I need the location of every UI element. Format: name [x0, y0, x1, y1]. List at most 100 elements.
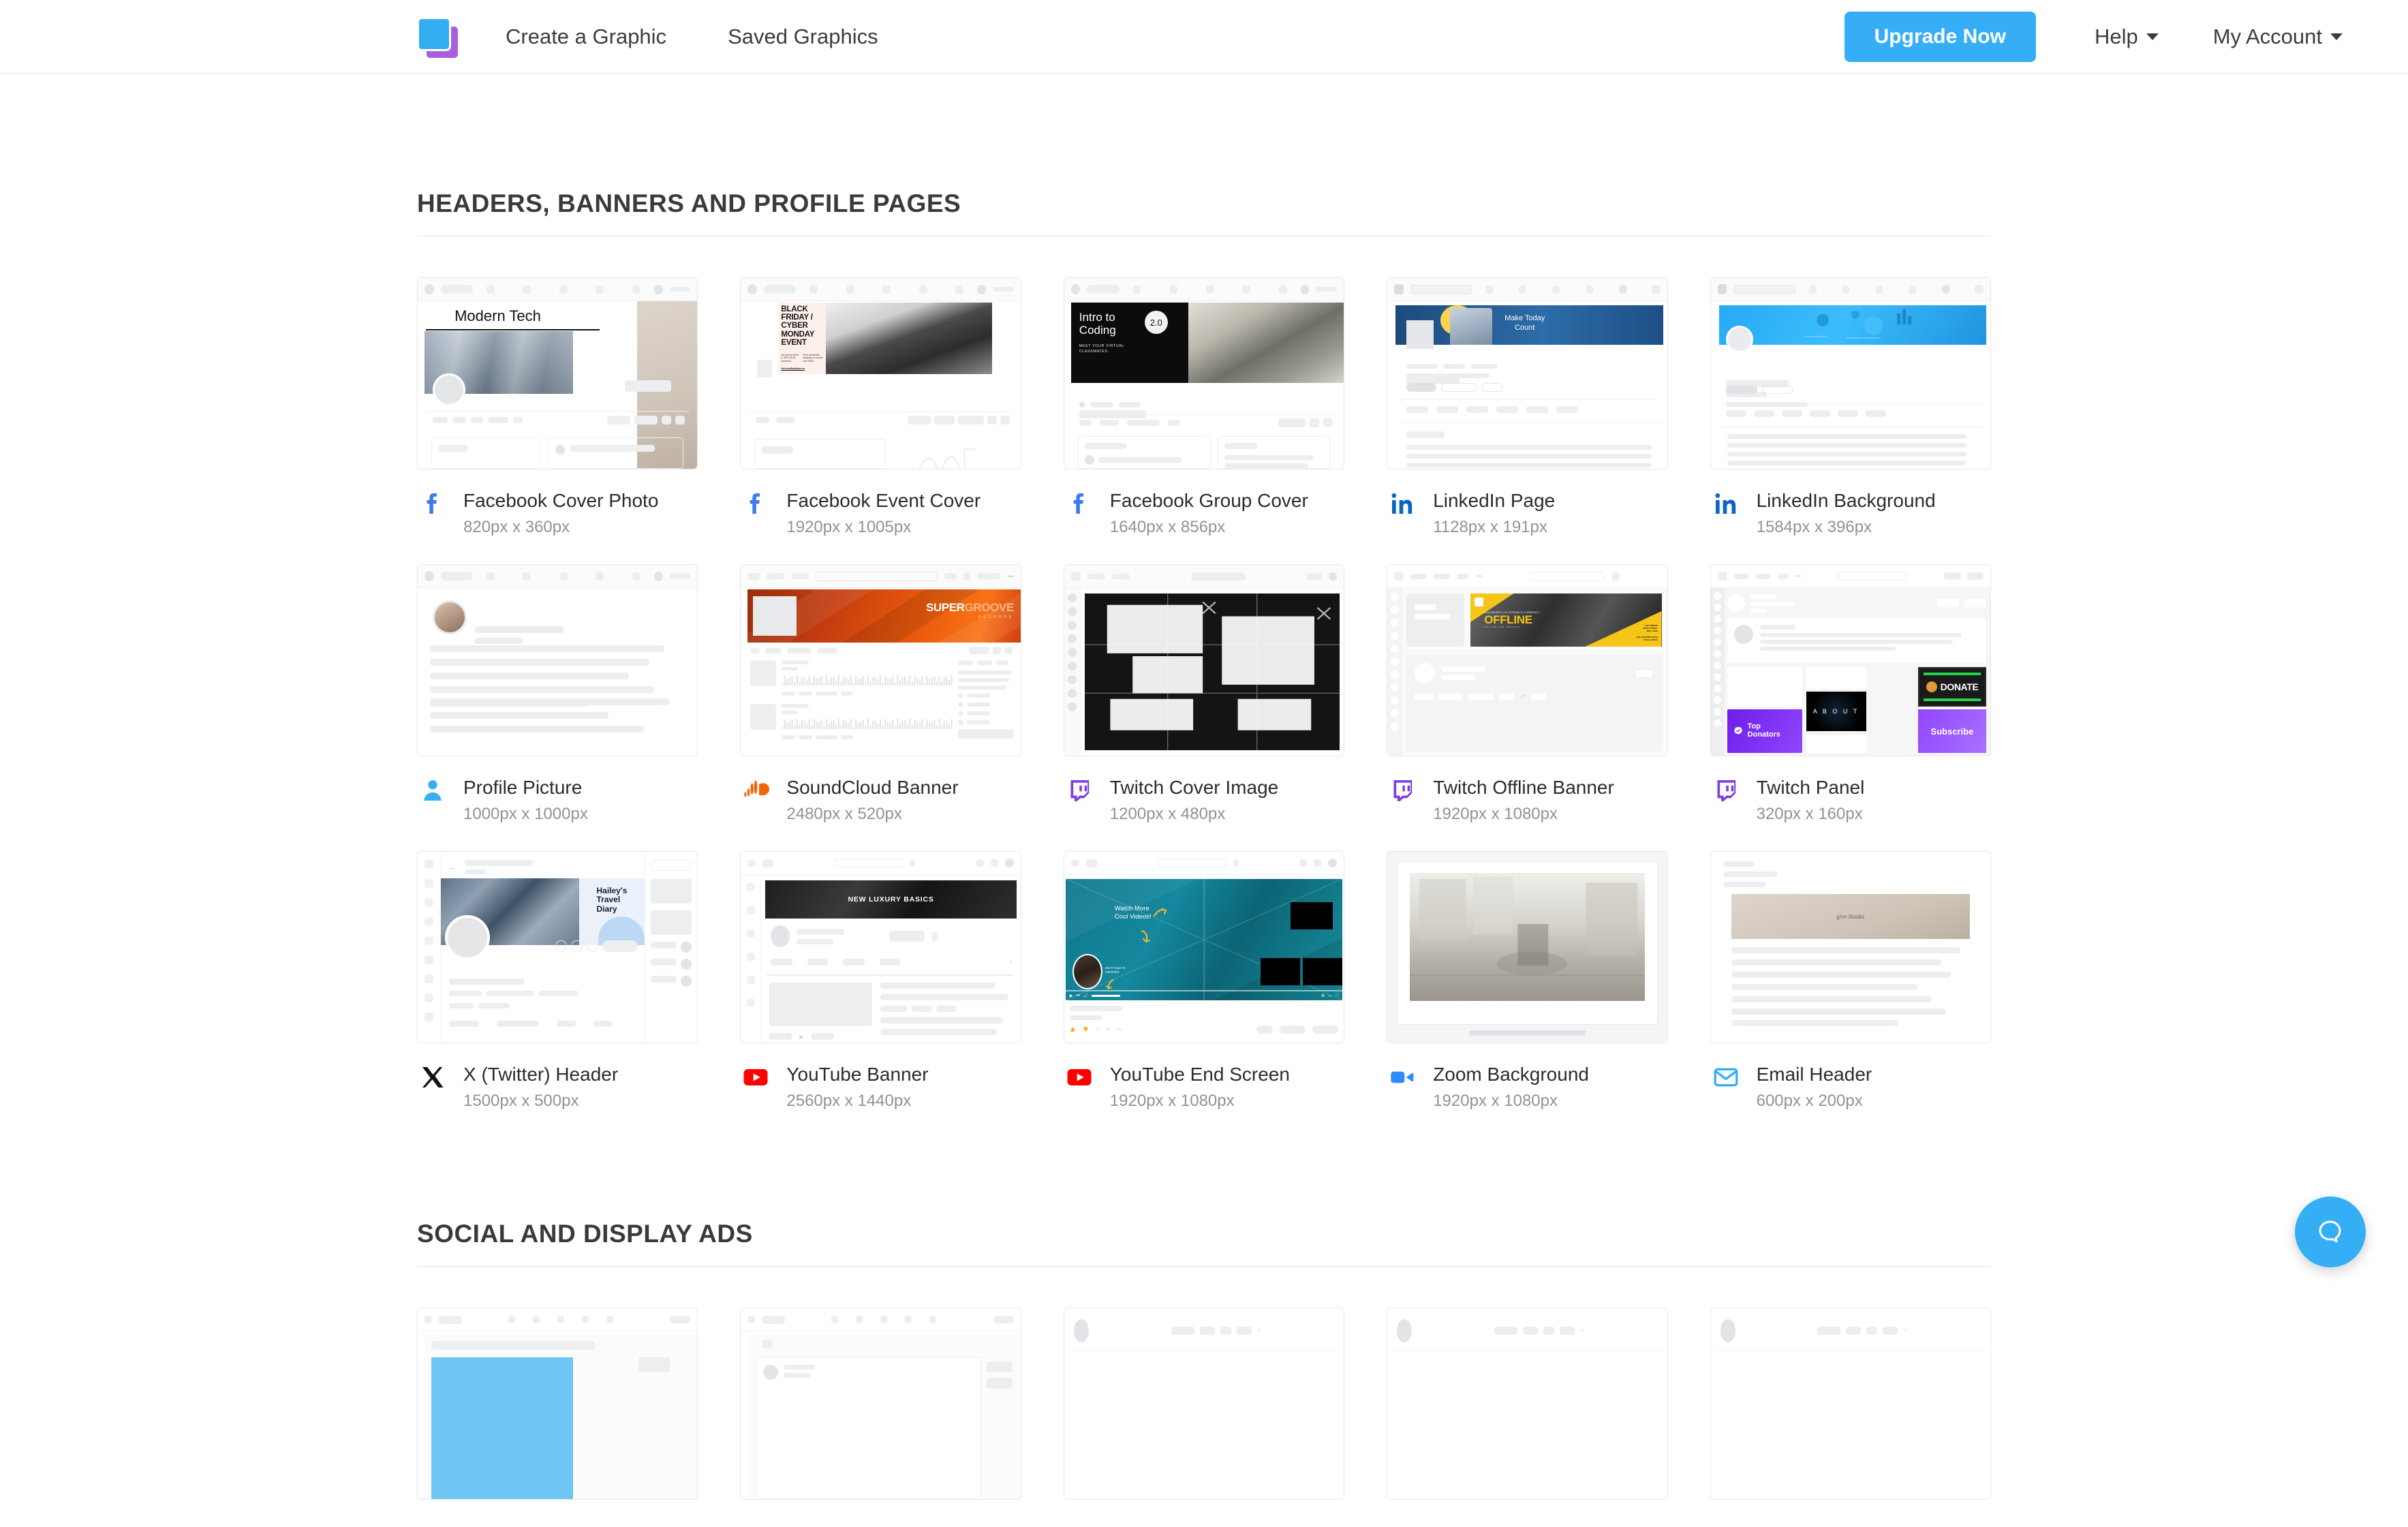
nav-my-account-dropdown[interactable]: My Account [2213, 25, 2343, 49]
nav-help-dropdown[interactable]: Help [2095, 25, 2159, 49]
template-card-title: Email Header [1756, 1064, 1872, 1085]
template-thumbnail[interactable]: ∨ [1710, 1308, 1991, 1500]
template-card-dimensions: 1500px x 500px [463, 1092, 579, 1110]
nav-my-account-label: My Account [2212, 24, 2322, 48]
template-card[interactable]: ••• Top Donators A B O U T DONATE Subscr… [1710, 564, 1991, 824]
template-card-title: Twitch Cover Image [1109, 777, 1279, 798]
template-card[interactable] [740, 1308, 1021, 1500]
template-thumbnail[interactable]: ••• Top Donators A B O U T DONATE Subscr… [1710, 564, 1991, 756]
mock-chrome-bar [1064, 278, 1344, 301]
template-card[interactable]: Zoom Background 1920px x 1080px [1387, 851, 1668, 1111]
facebook-icon [417, 487, 448, 520]
mock-chrome-bar [1710, 278, 1990, 301]
template-card-meta: Twitch Cover Image 1200px x 480px [1064, 756, 1344, 824]
template-card[interactable]: NEW LUXURY BASICS › ▶ YouTube Banner 256… [740, 851, 1021, 1111]
template-thumbnail[interactable]: Make Today Count [1387, 277, 1668, 469]
template-thumbnail[interactable] [417, 1308, 698, 1500]
template-card-meta: LinkedIn Page 1128px x 191px [1387, 469, 1667, 537]
template-card[interactable]: ∨ [1387, 1308, 1668, 1500]
template-card[interactable]: Modern Tech Facebook Cover Photo 820px x… [417, 277, 698, 537]
template-thumbnail[interactable]: BLACK FRIDAY / CYBER MONDAY EVENT All curren… [740, 277, 1021, 469]
template-card[interactable]: LinkedIn Background 1584px x 396px [1710, 277, 1991, 537]
template-card-title: LinkedIn Background [1756, 490, 1936, 511]
template-card-text: Twitch Panel 320px x 160px [1757, 774, 1865, 824]
template-card-dimensions: 1920px x 1080px [1109, 1092, 1235, 1110]
template-thumbnail[interactable]: ∨ [1387, 1308, 1668, 1500]
art-text-tw-about: A B O U T [1812, 708, 1859, 715]
template-card-text: Email Header 600px x 200px [1757, 1061, 1872, 1111]
template-card-meta: Facebook Event Cover 1920px x 1005px [740, 469, 1021, 537]
template-thumbnail[interactable] [417, 564, 698, 756]
template-thumbnail[interactable]: Intro to Coding MEET YOUR VIRTUAL CLASSMAT… [1063, 277, 1345, 469]
template-thumbnail[interactable]: Watch More Cool Videos! Don't Forget To Su… [1063, 851, 1345, 1043]
template-thumbnail[interactable]: ∨ [1063, 1308, 1345, 1500]
mock-chrome-bar [418, 565, 698, 588]
template-card-text: Profile Picture 1000px x 1000px [463, 774, 588, 824]
template-card-text: Zoom Background 1920px x 1080px [1433, 1061, 1589, 1111]
template-card-text: Facebook Group Cover 1640px x 856px [1110, 487, 1308, 537]
template-card[interactable]: ← Hailey's Travel Diary X (Twitter) Head… [417, 851, 698, 1111]
template-card[interactable]: BLACK FRIDAY / CYBER MONDAY EVENT All curren… [740, 277, 1021, 537]
template-card[interactable]: Intro to Coding MEET YOUR VIRTUAL CLASSMAT… [1063, 277, 1345, 537]
template-card[interactable]: ∨ [1710, 1308, 1991, 1500]
art-text-yt-end: Watch More Cool Videos! [1114, 905, 1152, 921]
template-card-meta: Twitch Offline Banner 1920px x 1080px [1387, 756, 1667, 824]
template-card-title: Twitch Offline Banner [1433, 777, 1614, 798]
template-card-meta: X (Twitter) Header 1500px x 500px [417, 1043, 698, 1111]
template-thumbnail[interactable]: ••• SUPERGROOVE RECORDS [740, 564, 1021, 756]
template-thumbnail[interactable] [740, 1308, 1021, 1500]
template-card-meta: Zoom Background 1920px x 1080px [1387, 1043, 1667, 1111]
template-card[interactable]: Profile Picture 1000px x 1000px [417, 564, 698, 824]
template-thumbnail[interactable]: NEW LUXURY BASICS › ▶ [740, 851, 1021, 1043]
nav-create-a-graphic[interactable]: Create a Graphic [506, 25, 666, 49]
app-logo[interactable] [417, 14, 459, 59]
help-chat-button[interactable] [2295, 1197, 2366, 1267]
template-card-text: YouTube Banner 2560px x 1440px [786, 1061, 928, 1111]
art-text-tw-offline: OFFLINE [1484, 613, 1532, 626]
template-card-dimensions: 320px x 160px [1756, 805, 1863, 823]
template-thumbnail[interactable] [1063, 564, 1345, 756]
template-grid-headers: Modern Tech Facebook Cover Photo 820px x… [417, 277, 1991, 1138]
template-card[interactable]: Watch More Cool Videos! Don't Forget To Su… [1063, 851, 1345, 1111]
template-thumbnail[interactable]: Modern Tech [417, 277, 698, 469]
soundcloud-icon [740, 774, 771, 807]
template-thumbnail[interactable] [1387, 851, 1668, 1043]
template-card[interactable]: Twitch Cover Image 1200px x 480px [1063, 564, 1345, 824]
mock-chrome-bar [418, 278, 698, 301]
template-card[interactable]: Make Today Count LinkedIn Page 1128px x 1… [1387, 277, 1668, 537]
template-thumbnail[interactable] [1710, 277, 1991, 469]
art-text-li-page: Make Today Count [1504, 314, 1545, 333]
template-card-dimensions: 600px x 200px [1756, 1092, 1863, 1110]
twitch-icon [1387, 774, 1418, 807]
template-card-title: X (Twitter) Header [463, 1064, 619, 1085]
template-card-title: YouTube End Screen [1109, 1064, 1290, 1085]
x-icon [417, 1061, 448, 1094]
template-card[interactable] [417, 1308, 698, 1500]
art-text-tw-top-donators: Top Donators [1747, 722, 1780, 739]
section-title-social-ads: SOCIAL AND DISPLAY ADS [417, 1138, 1991, 1267]
template-card-dimensions: 1200px x 480px [1109, 805, 1226, 823]
template-card-title: Facebook Cover Photo [463, 490, 659, 511]
template-card-title: Facebook Group Cover [1109, 490, 1308, 511]
template-card-meta: Facebook Group Cover 1640px x 856px [1064, 469, 1344, 537]
template-card-meta: YouTube End Screen 1920px x 1080px [1064, 1043, 1344, 1111]
logo-blue-square [417, 16, 451, 51]
template-card[interactable]: ••• SUPERGROOVE RECORDS SoundCloud Banne… [740, 564, 1021, 824]
template-thumbnail[interactable]: ••• BLACKBURN'S CHI STREAM IS CURRENTLY … [1387, 564, 1668, 756]
template-card-title: LinkedIn Page [1433, 490, 1556, 511]
template-thumbnail[interactable]: ← Hailey's Travel Diary [417, 851, 698, 1043]
template-card-text: Facebook Event Cover 1920px x 1005px [786, 487, 981, 537]
template-card[interactable]: ∨ [1063, 1308, 1345, 1500]
template-card-text: Twitch Offline Banner 1920px x 1080px [1433, 774, 1614, 824]
youtube-icon [1064, 1061, 1095, 1094]
upgrade-now-button[interactable]: Upgrade Now [1844, 11, 2036, 62]
template-card[interactable]: ••• BLACKBURN'S CHI STREAM IS CURRENTLY … [1387, 564, 1668, 824]
template-card-dimensions: 1128px x 191px [1433, 518, 1547, 536]
badge-icon [1733, 726, 1742, 735]
template-card[interactable]: give thanks Email Header 600px x 200px [1710, 851, 1991, 1111]
template-card-dimensions: 1920px x 1080px [1433, 1092, 1558, 1110]
template-thumbnail[interactable]: give thanks [1710, 851, 1991, 1043]
nav-saved-graphics[interactable]: Saved Graphics [728, 25, 878, 49]
template-card-text: Twitch Cover Image 1200px x 480px [1110, 774, 1278, 824]
template-card-meta: LinkedIn Background 1584px x 396px [1710, 469, 1991, 537]
